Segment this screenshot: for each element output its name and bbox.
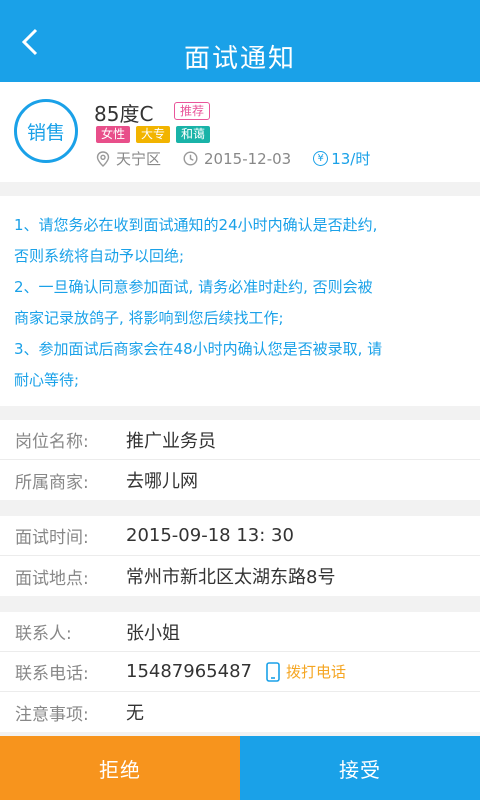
notes-label: 注意事项: bbox=[15, 704, 89, 725]
interview-place-row: 面试地点: 常州市新北区太湖东路8号 bbox=[0, 556, 480, 596]
contact-phone-label: 联系电话: bbox=[15, 664, 89, 684]
interview-place-label: 面试地点: bbox=[15, 568, 89, 589]
yen-icon: ¥ bbox=[313, 151, 329, 166]
reject-button[interactable]: 拒绝 bbox=[0, 736, 240, 800]
accept-button[interactable]: 接受 bbox=[240, 736, 480, 800]
contact-person-row: 联系人: 张小姐 bbox=[0, 612, 480, 652]
contact-section: 联系人: 张小姐 联系电话: 15487965487 拨打电话 注意事项: 无 bbox=[0, 612, 480, 732]
contact-person-value: 张小姐 bbox=[126, 622, 180, 644]
position-section: 岗位名称: 推广业务员 所属商家: 去哪儿网 bbox=[0, 420, 480, 500]
merchant-value: 去哪儿网 bbox=[126, 471, 198, 492]
position-name-label: 岗位名称: bbox=[15, 432, 89, 452]
notice-line: 否则系统将自动予以回绝; bbox=[14, 247, 185, 265]
position-name-value: 推广业务员 bbox=[126, 430, 216, 452]
notice-line: 1、请您务必在收到面试通知的24小时内确认是否赴约, bbox=[14, 216, 378, 234]
category-badge: 销售 bbox=[14, 99, 78, 163]
recommend-badge: 推荐 bbox=[174, 102, 211, 120]
tag-personality: 和蔼 bbox=[176, 126, 211, 143]
wage-text: 13/时 bbox=[331, 150, 371, 168]
clock-icon bbox=[183, 151, 198, 166]
notice-line: 2、一旦确认同意参加面试, 请务必准时赴约, 否则会被 bbox=[14, 278, 373, 296]
notice-line: 耐心等待; bbox=[14, 371, 80, 389]
interview-time-row: 面试时间: 2015-09-18 13: 30 bbox=[0, 516, 480, 556]
tag-list: 女性 大专 和蔼 bbox=[96, 126, 211, 143]
phone-icon bbox=[266, 661, 280, 682]
date-info: 2015-12-03 bbox=[183, 150, 291, 168]
notice-line: 商家记录放鸽子, 将影响到您后续找工作; bbox=[14, 309, 284, 327]
job-card[interactable]: 销售 85度C 推荐 女性 大专 和蔼 天宁区 2015-12-03 ¥ 13/… bbox=[0, 82, 480, 182]
merchant-row: 所属商家: 去哪儿网 bbox=[0, 460, 480, 500]
position-name-row: 岗位名称: 推广业务员 bbox=[0, 420, 480, 460]
location-pin-icon bbox=[96, 150, 110, 167]
call-label: 拨打电话 bbox=[285, 663, 346, 681]
tag-gender: 女性 bbox=[96, 126, 131, 143]
merchant-label: 所属商家: bbox=[15, 472, 89, 493]
action-bar: 拒绝 接受 bbox=[0, 736, 480, 800]
date-text: 2015-12-03 bbox=[204, 149, 292, 168]
interview-place-value: 常州市新北区太湖东路8号 bbox=[126, 567, 336, 588]
district-text: 天宁区 bbox=[116, 150, 162, 168]
job-meta: 天宁区 2015-12-03 ¥ 13/时 bbox=[96, 148, 370, 169]
notes-value: 无 bbox=[126, 703, 144, 724]
notice-line: 3、参加面试后商家会在48小时内确认您是否被录取, 请 bbox=[14, 340, 383, 358]
district-info: 天宁区 bbox=[96, 148, 161, 169]
interview-section: 面试时间: 2015-09-18 13: 30 面试地点: 常州市新北区太湖东路… bbox=[0, 516, 480, 596]
call-button[interactable]: 拨打电话 bbox=[266, 661, 346, 682]
notice-text: 1、请您务必在收到面试通知的24小时内确认是否赴约, 否则系统将自动予以回绝; … bbox=[0, 196, 480, 406]
page-title: 面试通知 bbox=[183, 44, 296, 74]
contact-phone-value: 15487965487 bbox=[126, 661, 252, 682]
contact-phone-row: 联系电话: 15487965487 拨打电话 bbox=[0, 652, 480, 692]
wage-info: ¥ 13/时 bbox=[313, 148, 370, 169]
app-header: 面试通知 bbox=[0, 0, 480, 82]
brand-name: 85度C bbox=[94, 102, 154, 126]
interview-time-label: 面试时间: bbox=[15, 528, 89, 548]
contact-person-label: 联系人: bbox=[15, 624, 72, 644]
interview-time-value: 2015-09-18 13: 30 bbox=[126, 525, 294, 546]
notes-row: 注意事项: 无 bbox=[0, 692, 480, 732]
tag-education: 大专 bbox=[136, 126, 171, 143]
